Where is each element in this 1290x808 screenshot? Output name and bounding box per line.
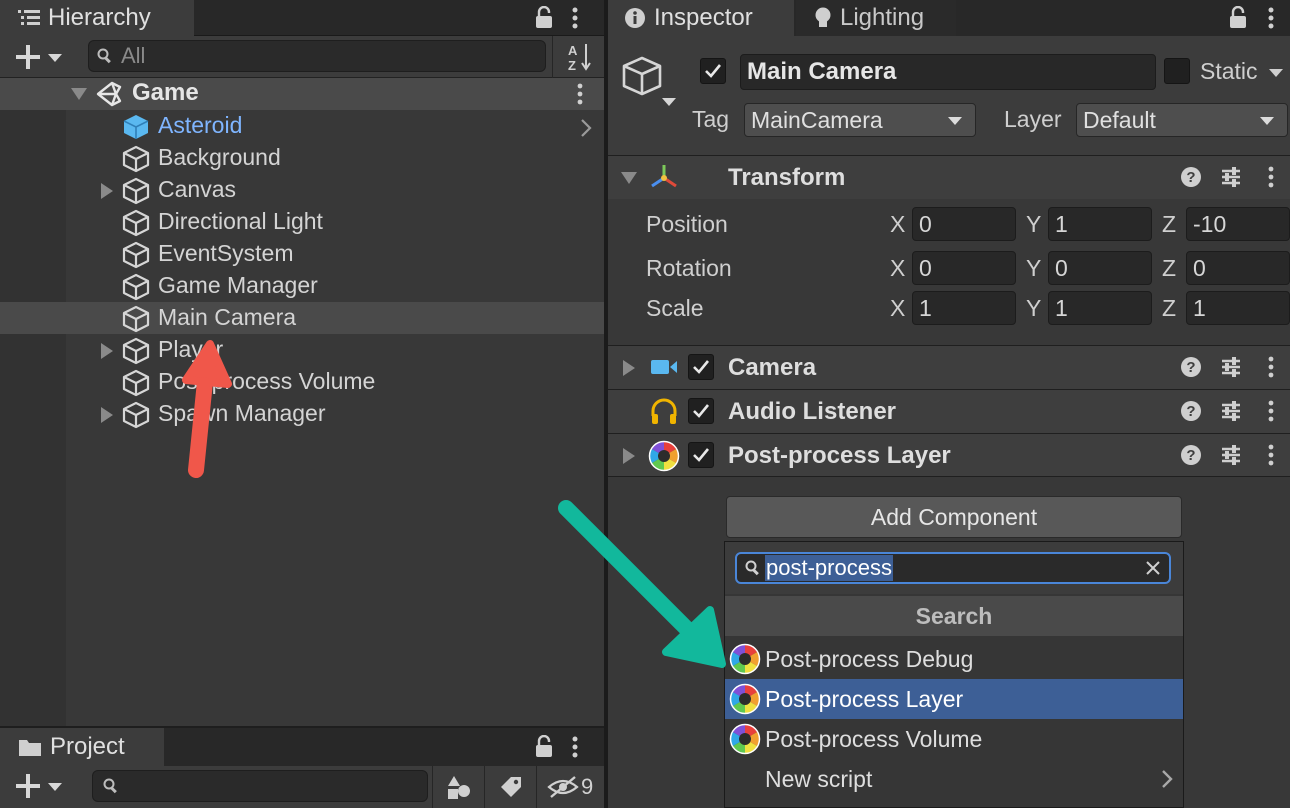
red-annotation-arrow xyxy=(182,340,232,478)
annotation-arrows xyxy=(182,340,726,668)
teal-annotation-arrow xyxy=(558,500,726,668)
